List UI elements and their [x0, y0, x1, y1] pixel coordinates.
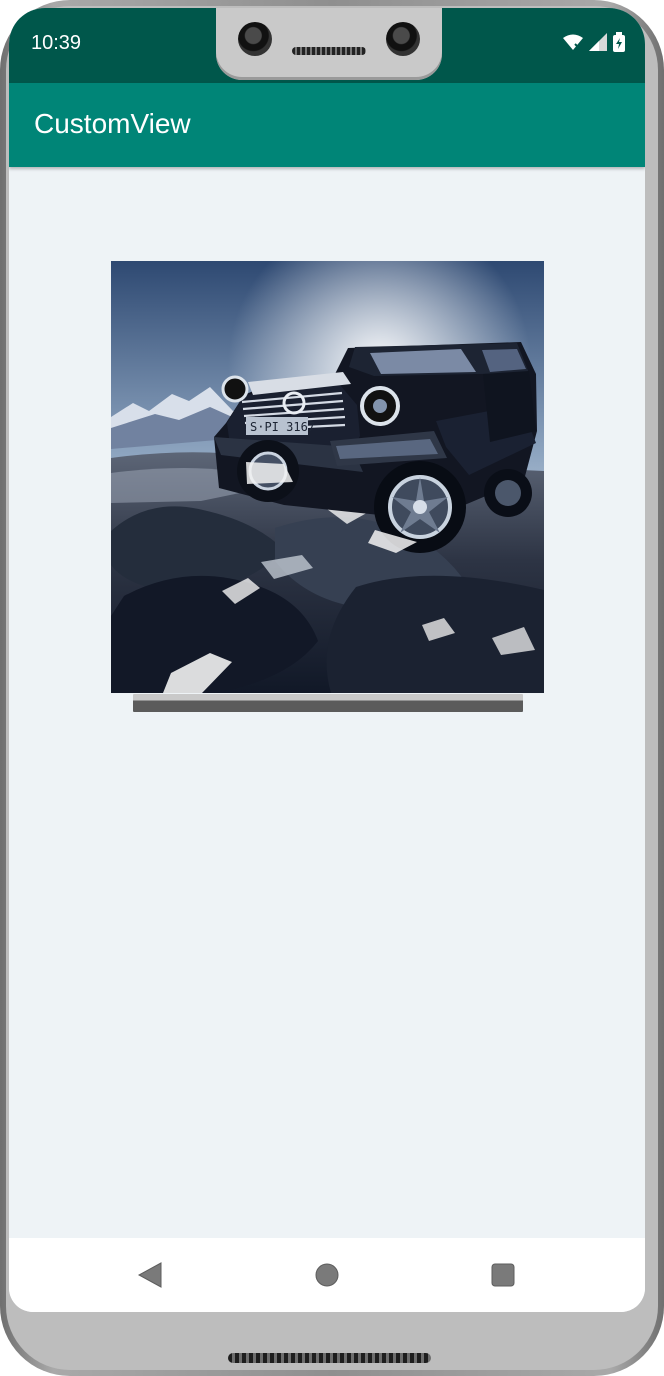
back-icon — [137, 1262, 162, 1288]
wifi-icon — [563, 34, 583, 50]
navigation-bar — [9, 1238, 645, 1312]
home-icon — [315, 1263, 339, 1287]
status-time: 10:39 — [31, 32, 82, 54]
bottom-speaker — [228, 1353, 431, 1363]
content-area: S·PI 3167 — [9, 167, 645, 1238]
battery-icon — [613, 32, 625, 52]
recents-icon — [491, 1263, 515, 1287]
svg-text:S·PI 3167: S·PI 3167 — [250, 420, 315, 434]
suv-illustration: S·PI 3167 — [111, 261, 544, 693]
status-icons — [563, 32, 625, 52]
home-button[interactable] — [312, 1260, 342, 1290]
front-camera-left — [238, 22, 272, 56]
device-screen: 10:39 CustomView S·PI 3167 — [9, 8, 645, 1312]
app-bar: CustomView — [9, 83, 645, 167]
suv-image: S·PI 3167 — [111, 261, 544, 693]
image-shadow — [133, 694, 523, 712]
front-camera-right — [386, 22, 420, 56]
app-title: CustomView — [34, 108, 191, 139]
earpiece-speaker — [292, 47, 366, 55]
recents-button[interactable] — [488, 1260, 518, 1290]
back-button[interactable] — [135, 1260, 165, 1290]
camera-notch — [216, 8, 442, 80]
signal-icon — [589, 33, 607, 51]
